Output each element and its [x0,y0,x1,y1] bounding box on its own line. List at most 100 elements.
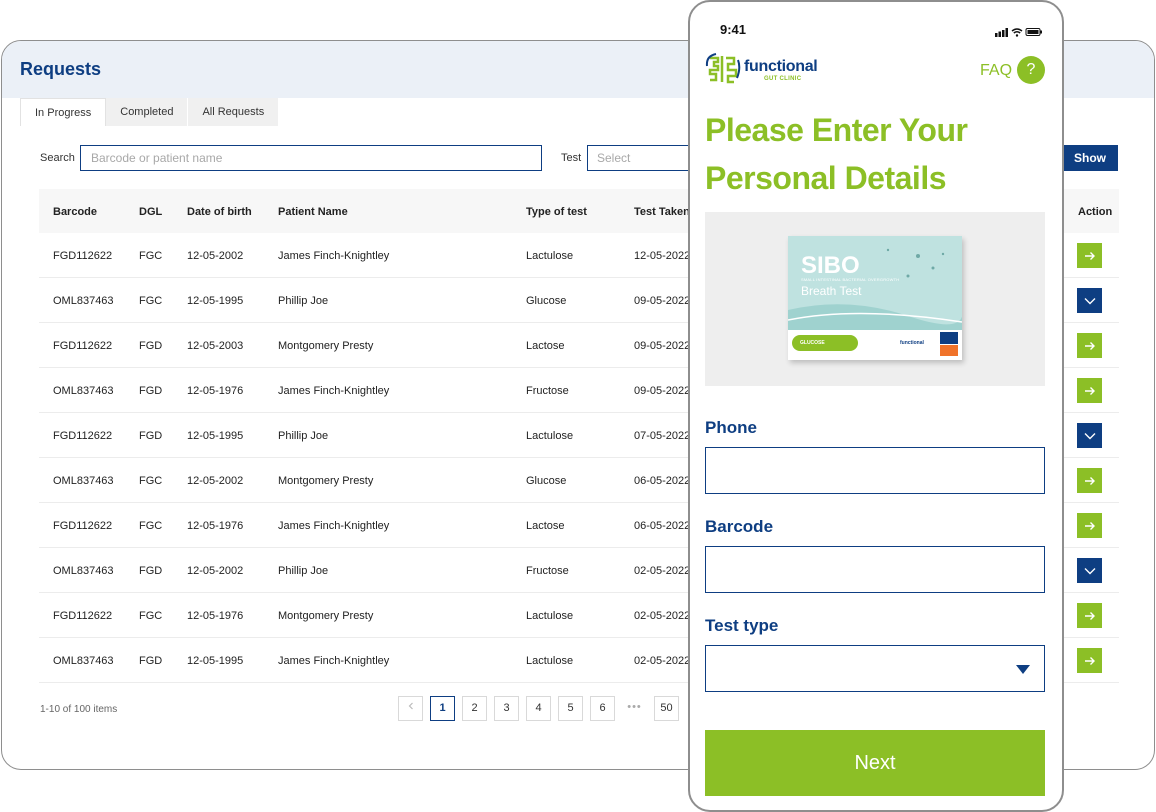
search-label: Search [40,152,75,164]
page-button[interactable]: 4 [526,696,551,721]
cell-barcode: FGD112622 [53,430,113,442]
product-subtitle: SMALL INTESTINAL BACTERIAL OVERGROWTH [801,277,900,282]
expand-row-button[interactable] [1077,423,1102,448]
cell-type-of-test: Lactose [526,520,565,532]
cell-dgl: FGD [139,655,163,667]
arrow-right-icon [1084,476,1095,485]
cell-test-taken: 02-05-2022 [634,610,691,622]
column-header-type-of-test[interactable]: Type of test [526,206,587,218]
form-heading: Please Enter Your Personal Details [705,112,968,196]
expand-row-button[interactable] [1077,288,1102,313]
cell-date-of-birth: 12-05-1976 [187,520,244,532]
column-header-dgl[interactable]: DGL [139,206,162,218]
next-button[interactable]: Next [705,730,1045,796]
battery-icon [1025,28,1042,36]
cell-type-of-test: Lactulose [526,655,574,667]
cell-test-taken: 06-05-2022 [634,520,691,532]
page-button[interactable]: 50 [654,696,679,721]
column-header-date-of-birth[interactable]: Date of birth [187,206,252,218]
cell-patient-name: Phillip Joe [278,430,329,442]
product-line: Breath Test [801,284,862,298]
page-button[interactable]: 6 [590,696,615,721]
test-type-select[interactable] [705,645,1045,692]
tab-all-requests[interactable]: All Requests [188,98,280,126]
cell-type-of-test: Fructose [526,385,569,397]
pagination-prev-button[interactable] [398,696,423,721]
column-header-barcode[interactable]: Barcode [53,206,97,218]
cell-barcode: OML837463 [53,295,114,307]
status-icons [995,24,1043,42]
faq-link[interactable]: FAQ [980,62,1012,80]
cell-patient-name: James Finch-Knightley [278,250,390,262]
cell-test-taken: 07-05-2022 [634,430,691,442]
caret-down-icon [1016,665,1030,674]
chevron-down-icon [1084,432,1095,439]
test-type-label: Test type [705,616,779,635]
cell-date-of-birth: 12-05-2002 [187,475,244,487]
open-request-button[interactable] [1077,243,1102,268]
cell-patient-name: Montgomery Presty [278,340,374,352]
cell-barcode: OML837463 [53,565,114,577]
signal-icon [995,28,1008,37]
brand-subtitle: GUT CLINIC [764,76,802,82]
tab-completed[interactable]: Completed [106,98,189,126]
cell-patient-name: Montgomery Presty [278,475,374,487]
open-request-button[interactable] [1077,468,1102,493]
barcode-label: Barcode [705,517,774,536]
cell-test-taken: 09-05-2022 [634,340,691,352]
cell-dgl: FGD [139,340,163,352]
open-request-button[interactable] [1077,333,1102,358]
column-header-action: Action [1078,206,1113,218]
arrow-right-icon [1084,251,1095,260]
cell-barcode: FGD112622 [53,610,113,622]
cell-barcode: OML837463 [53,475,114,487]
cell-barcode: OML837463 [53,655,114,667]
product-image: SIBO SMALL INTESTINAL BACTERIAL OVERGROW… [705,212,1045,386]
open-request-button[interactable] [1077,648,1102,673]
column-header-test-taken[interactable]: Test Taken [634,206,690,218]
cell-patient-name: Phillip Joe [278,565,329,577]
cell-date-of-birth: 12-05-2002 [187,565,244,577]
product-name: SIBO [801,252,860,279]
chevron-down-icon [1084,567,1095,574]
cell-test-taken: 02-05-2022 [634,655,691,667]
cell-date-of-birth: 12-05-1995 [187,655,244,667]
cell-dgl: FGD [139,385,163,397]
phone-input[interactable] [705,447,1045,494]
cell-patient-name: Phillip Joe [278,295,329,307]
cell-patient-name: Montgomery Presty [278,610,374,622]
cell-date-of-birth: 12-05-2003 [187,340,244,352]
cell-date-of-birth: 12-05-2002 [187,250,244,262]
cell-test-taken: 12-05-2022 [634,250,691,262]
arrow-right-icon [1084,386,1095,395]
cell-test-taken: 02-05-2022 [634,565,691,577]
tab-bar: In Progress Completed All Requests [20,98,280,126]
chevron-down-icon [1084,297,1095,304]
open-request-button[interactable] [1077,378,1102,403]
badge-logo [940,332,958,344]
page-button[interactable]: 1 [430,696,455,721]
brand-name: functional [744,58,818,75]
help-icon[interactable]: ? [1017,56,1045,84]
open-request-button[interactable] [1077,513,1102,538]
open-request-button[interactable] [1077,603,1102,628]
arrow-right-icon [1084,341,1095,350]
cell-date-of-birth: 12-05-1995 [187,295,244,307]
tab-in-progress[interactable]: In Progress [20,98,107,126]
show-button[interactable]: Show [1062,145,1118,171]
expand-row-button[interactable] [1077,558,1102,583]
arrow-right-icon [1084,521,1095,530]
cell-type-of-test: Lactulose [526,430,574,442]
chevron-left-icon [408,702,413,710]
cell-dgl: FGC [139,610,163,622]
test-kit-box: SIBO SMALL INTESTINAL BACTERIAL OVERGROW… [788,236,962,360]
search-input[interactable] [80,145,542,171]
cell-barcode: FGD112622 [53,340,113,352]
cell-type-of-test: Lactulose [526,610,574,622]
page-button[interactable]: 5 [558,696,583,721]
barcode-input[interactable] [705,546,1045,593]
column-header-patient-name[interactable]: Patient Name [278,206,348,218]
cell-dgl: FGD [139,565,163,577]
page-button[interactable]: 2 [462,696,487,721]
page-button[interactable]: 3 [494,696,519,721]
